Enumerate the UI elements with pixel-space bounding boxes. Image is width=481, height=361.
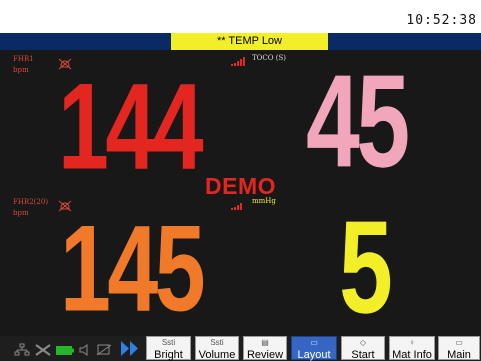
layout-icon: ▭ bbox=[310, 338, 318, 347]
layout-button[interactable]: ▭ Layout bbox=[291, 336, 337, 361]
review-icon: ▤ bbox=[261, 338, 269, 347]
pressure-value: 5 bbox=[339, 193, 393, 342]
mat-info-icon: ♀ bbox=[409, 338, 415, 347]
toco-label: TOCO (S) bbox=[252, 54, 286, 62]
fhr2-unit: bpm bbox=[13, 209, 29, 217]
pressure-signal-icon bbox=[231, 203, 242, 210]
fhr1-label: FHR1 bbox=[13, 55, 34, 63]
toco-value: 45 bbox=[306, 47, 410, 196]
start-button[interactable]: ◇ Start bbox=[341, 336, 385, 361]
volume-button[interactable]: Ssti Volume bbox=[195, 336, 239, 361]
cable-disconnected-icon bbox=[35, 344, 51, 356]
fhr2-value: 145 bbox=[60, 200, 206, 338]
fast-forward-icon[interactable] bbox=[120, 340, 140, 357]
battery-icon bbox=[56, 346, 74, 355]
fhr1-unit: bpm bbox=[13, 66, 29, 74]
volume-icon: Ssti bbox=[210, 338, 224, 347]
mat-info-button[interactable]: ♀ Mat Info bbox=[389, 336, 435, 361]
fhr1-value: 144 bbox=[58, 58, 204, 196]
demo-watermark: DEMO bbox=[205, 173, 276, 199]
top-status-bar: 10:52:38 bbox=[0, 0, 481, 33]
fhr2-label: FHR2(20) bbox=[13, 198, 49, 206]
toco-signal-icon bbox=[231, 57, 245, 66]
main-icon: ▭ bbox=[455, 338, 463, 347]
pressure-unit: mmHg bbox=[252, 197, 276, 205]
bright-button[interactable]: Ssti Bright bbox=[146, 336, 191, 361]
card-icon bbox=[96, 344, 112, 356]
alarm-message[interactable]: ** TEMP Low bbox=[171, 33, 328, 50]
clock: 10:52:38 bbox=[406, 13, 477, 28]
review-button[interactable]: ▤ Review bbox=[243, 336, 287, 361]
speaker-icon bbox=[79, 344, 88, 356]
main-button[interactable]: ▭ Main bbox=[438, 336, 480, 361]
network-icon bbox=[14, 343, 30, 356]
start-icon: ◇ bbox=[359, 338, 367, 347]
bright-icon: Ssti bbox=[161, 338, 176, 347]
